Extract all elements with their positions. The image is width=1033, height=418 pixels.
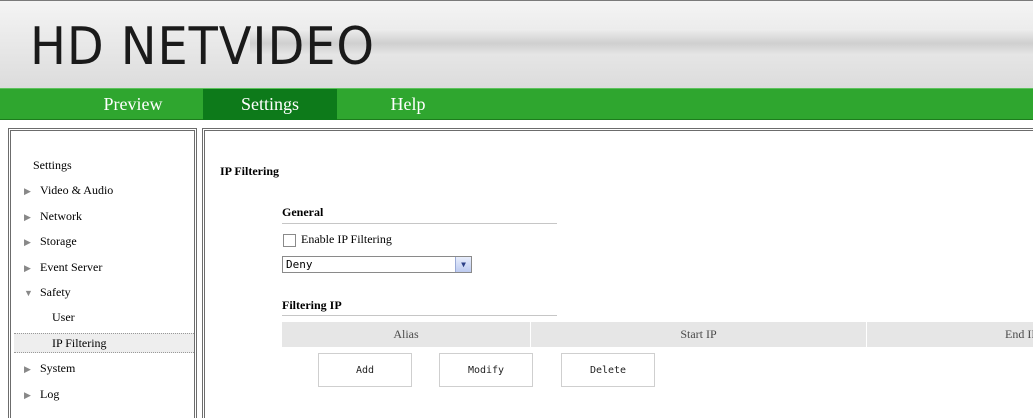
- sidebar-item-storage[interactable]: ▶ Storage: [24, 231, 77, 251]
- ip-table-header: Alias Start IP End IP: [282, 322, 1033, 347]
- sidebar-item-network[interactable]: ▶ Network: [24, 206, 82, 226]
- modify-button[interactable]: Modify: [439, 353, 533, 387]
- sidebar-item-label: System: [40, 361, 76, 375]
- sidebar-title: Settings: [33, 158, 72, 172]
- logo: HD NETVIDEO: [30, 17, 375, 77]
- caret-right-icon: ▶: [24, 186, 31, 196]
- sidebar-item-label: Event Server: [40, 260, 103, 274]
- sidebar-subitem-user[interactable]: User: [52, 307, 75, 327]
- sidebar-item-video-audio[interactable]: ▶ Video & Audio: [24, 180, 113, 200]
- sidebar-item-label: Storage: [40, 234, 77, 248]
- sidebar-item-log[interactable]: ▶ Log: [24, 384, 59, 404]
- header-banner: HD NETVIDEO: [0, 0, 1033, 88]
- enable-ip-filtering-label: Enable IP Filtering: [301, 232, 392, 246]
- column-header-end-ip[interactable]: End IP: [867, 322, 1033, 347]
- sidebar-subitem-ip-filtering[interactable]: IP Filtering: [52, 333, 107, 353]
- main-nav: Preview Settings Help: [0, 88, 1033, 120]
- general-section-title: General: [282, 205, 324, 219]
- sidebar-item-event-server[interactable]: ▶ Event Server: [24, 257, 102, 277]
- section-divider: [282, 223, 557, 224]
- tab-preview[interactable]: Preview: [68, 89, 198, 120]
- sidebar-item-label: Network: [40, 209, 82, 223]
- chevron-down-icon[interactable]: ▼: [455, 257, 471, 272]
- sidebar-item-label: Safety: [40, 285, 71, 299]
- caret-right-icon: ▶: [24, 390, 31, 400]
- sidebar-item-safety[interactable]: ▼ Safety: [24, 282, 71, 302]
- filtering-ip-section-title: Filtering IP: [282, 298, 342, 312]
- tab-settings[interactable]: Settings: [203, 89, 337, 120]
- sidebar-item-system[interactable]: ▶ System: [24, 358, 75, 378]
- tab-help[interactable]: Help: [343, 89, 473, 120]
- caret-right-icon: ▶: [24, 364, 31, 374]
- column-header-start-ip[interactable]: Start IP: [531, 322, 866, 347]
- caret-down-icon: ▼: [24, 288, 33, 298]
- caret-right-icon: ▶: [24, 263, 31, 273]
- column-header-alias[interactable]: Alias: [282, 322, 530, 347]
- caret-right-icon: ▶: [24, 237, 31, 247]
- page-title: IP Filtering: [220, 164, 279, 178]
- sidebar-item-label: Log: [40, 387, 60, 401]
- delete-button[interactable]: Delete: [561, 353, 655, 387]
- add-button[interactable]: Add: [318, 353, 412, 387]
- sidebar-item-label: Video & Audio: [40, 183, 114, 197]
- filter-mode-select[interactable]: Deny ▼: [282, 256, 472, 273]
- filter-mode-value: Deny: [286, 258, 313, 271]
- caret-right-icon: ▶: [24, 212, 31, 222]
- section-divider: [282, 315, 557, 316]
- enable-ip-filtering-checkbox[interactable]: [283, 234, 296, 247]
